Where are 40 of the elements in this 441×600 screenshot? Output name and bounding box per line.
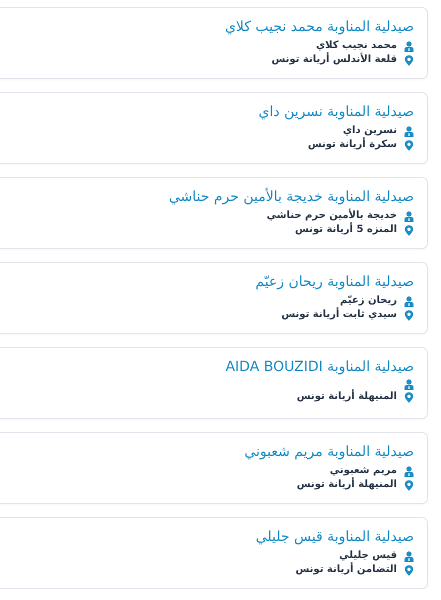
- pharmacy-card[interactable]: صيدلية المناوبة AIDA BOUZIDI المنيهلة أريانة تونس: [0, 347, 428, 419]
- address-text: سيدي ثابت أريانة تونس: [281, 308, 397, 322]
- pharmacist-name: نسرين داي: [342, 124, 397, 137]
- pharmacy-card[interactable]: صيدلية المناوبة خديجة بالأمين حرم حناشي خديجة بالأمين حرم حناشي المنزه 5 أريانة تونس: [0, 177, 428, 249]
- pharmacy-name: صيدلية المناوبة نسرين داي: [258, 103, 414, 122]
- pharmacy-card[interactable]: صيدلية المناوبة نسرين داي نسرين داي سكرة أريانة تونس: [0, 92, 428, 164]
- pharmacy-name: صيدلية المناوبة AIDA BOUZIDI: [224, 358, 414, 377]
- location-pin-icon: [404, 310, 414, 320]
- person-icon: [404, 126, 414, 136]
- pharmacist-name: محمد نجيب كلاي: [316, 39, 397, 52]
- pharmacy-name: صيدلية المناوبة خديجة بالأمين حرم حناشي: [168, 188, 414, 207]
- person-icon: [404, 466, 414, 476]
- pharmacy-name: صيدلية المناوبة قيس جليلي: [254, 528, 414, 547]
- pharmacy-card[interactable]: صيدلية المناوبة قيس جليلي قيس جليلي التضامن أريانة تونس: [0, 517, 428, 589]
- pharmacy-card[interactable]: صيدلية المناوبة مريم شعبوني مريم شعبوني المنيهلة أريانة تونس: [0, 432, 428, 504]
- person-icon: [404, 379, 414, 390]
- location-pin-icon: [404, 54, 414, 66]
- address-text: المنيهلة أريانة تونس: [296, 390, 397, 404]
- pharmacy-card[interactable]: صيدلية المناوبة ريحان زعيّم ريحان زعيّم سيدي ثابت أريانة تونس: [0, 262, 428, 334]
- person-icon: [404, 550, 414, 562]
- pharmacy-name: صيدلية المناوبة ريحان زعيّم: [254, 273, 414, 292]
- location-pin-icon: [404, 140, 414, 150]
- address-text: قلعة الأندلس أريانة تونس: [271, 53, 397, 67]
- location-pin-icon: [404, 480, 414, 490]
- person-icon: [404, 210, 414, 222]
- location-pin-icon: [404, 224, 414, 236]
- pharmacy-card[interactable]: صيدلية المناوبة محمد نجيب كلاي محمد نجيب كلاي قلعة الأندلس أريانة تونس: [0, 7, 428, 79]
- pharmacist-name: قيس جليلي: [339, 549, 397, 562]
- address-text: سكرة أريانة تونس: [308, 138, 397, 152]
- address-text: المنزه 5 أريانة تونس: [295, 223, 397, 237]
- person-icon: [404, 40, 414, 52]
- person-icon: [404, 296, 414, 306]
- address-text: التضامن أريانة تونس: [296, 563, 397, 577]
- pharmacy-name: صيدلية المناوبة محمد نجيب كلاي: [224, 18, 414, 37]
- pharmacist-name: خديجة بالأمين حرم حناشي: [266, 209, 397, 222]
- pharmacist-name: ريحان زعيّم: [340, 294, 397, 308]
- location-pin-icon: [404, 564, 414, 576]
- address-text: المنيهلة أريانة تونس: [296, 478, 397, 492]
- pharmacist-name: مريم شعبوني: [330, 464, 397, 477]
- pharmacy-name: صيدلية المناوبة مريم شعبوني: [243, 443, 414, 462]
